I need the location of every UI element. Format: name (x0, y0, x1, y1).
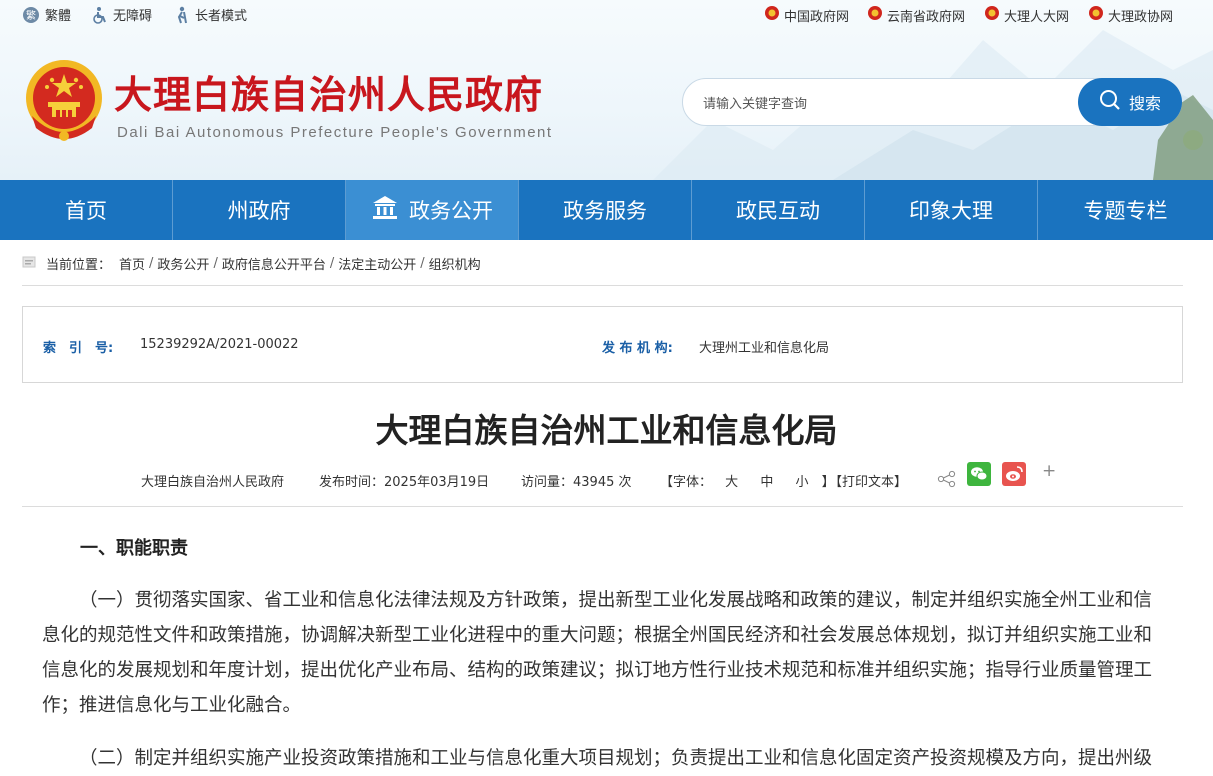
document-info-box: 索 引 号: 15239292A/2021-00022 发 布 机 构: 大理州… (22, 306, 1183, 383)
visit-count: 访问量：43945 次 (521, 475, 632, 490)
breadcrumb-organization[interactable]: 组织机构 (429, 254, 481, 273)
nav-gov-services[interactable]: 政务服务 (519, 180, 692, 240)
nav-home-label: 首页 (65, 199, 107, 223)
temple-icon (371, 195, 399, 226)
index-number-value: 15239292A/2021-00022 (140, 337, 299, 352)
traditional-chinese-label: 繁體 (45, 9, 72, 24)
more-share-icon[interactable]: + (1042, 461, 1056, 481)
breadcrumb: 当前位置： 首页 / 政务公开 / 政府信息公开平台 / 法定主动公开 / 组织… (22, 254, 481, 273)
font-size-medium[interactable]: 中 (760, 475, 773, 490)
link-dali-npc[interactable]: 大理人大网 (984, 5, 1069, 25)
breadcrumb-separator: / (149, 256, 154, 271)
elder-person-icon (172, 6, 190, 24)
font-size-small[interactable]: 小 (795, 475, 808, 490)
traditional-chinese-icon: 繁 (22, 6, 40, 24)
paragraph: （一）贯彻落实国家、省工业和信息化法律法规及方针政策，提出新型工业化发展战略和政… (42, 590, 1153, 716)
party-emblem-icon (764, 5, 780, 25)
nav-home[interactable]: 首页 (0, 180, 173, 240)
share-icon[interactable] (937, 470, 957, 492)
link-dali-npc-label: 大理人大网 (1004, 9, 1070, 25)
link-yunnan-gov-label: 云南省政府网 (887, 9, 966, 25)
search-button-label: 搜索 (1128, 94, 1161, 113)
link-dali-cppcc[interactable]: 大理政协网 (1088, 5, 1173, 25)
breadcrumb-statutory[interactable]: 法定主动公开 (338, 254, 416, 273)
nav-special-topics-label: 专题专栏 (1083, 199, 1168, 223)
traditional-chinese-toggle[interactable]: 繁 繁體 (22, 5, 71, 24)
elder-mode-toggle[interactable]: 长者模式 (172, 5, 247, 24)
accessibility-label: 无障碍 (113, 9, 153, 24)
nav-interaction[interactable]: 政民互动 (692, 180, 865, 240)
party-emblem-icon (984, 5, 1000, 25)
site-title: 大理白族自治州人民政府 (114, 73, 544, 117)
section-heading: 一、职能职责 (80, 538, 188, 559)
nav-impression-dali[interactable]: 印象大理 (865, 180, 1038, 240)
link-gov-cn[interactable]: 中国政府网 (764, 5, 849, 25)
wechat-share-icon[interactable] (967, 462, 991, 490)
party-emblem-icon (867, 5, 883, 25)
nav-interaction-label: 政民互动 (736, 199, 820, 223)
publisher-value: 大理州工业和信息化局 (699, 341, 830, 356)
accessibility-toggle[interactable]: 无障碍 (90, 5, 152, 24)
breadcrumb-home[interactable]: 首页 (119, 254, 145, 273)
publish-date: 发布时间：2025年03月19日 (319, 475, 490, 490)
breadcrumb-icon (22, 256, 36, 272)
link-yunnan-gov[interactable]: 云南省政府网 (867, 5, 965, 25)
nav-gov-affairs-open-label: 政务公开 (409, 199, 493, 223)
site-header: 繁 繁體 无障碍 长者模式 中国政府网 云南省政府网 大理人大网 大理政协网 大… (0, 0, 1213, 180)
breadcrumb-separator: / (329, 256, 335, 271)
divider (22, 506, 1183, 507)
print-button[interactable]: 【打印文本】 (829, 471, 907, 490)
search-icon (1099, 89, 1121, 115)
link-gov-cn-label: 中国政府网 (784, 9, 850, 25)
top-toolbar: 繁 繁體 无障碍 长者模式 中国政府网 云南省政府网 大理人大网 大理政协网 (0, 5, 1213, 27)
nav-prefecture-gov-label: 州政府 (227, 199, 291, 223)
publisher-label: 发 布 机 构: (602, 341, 673, 356)
font-size-large[interactable]: 大 (725, 475, 738, 490)
search-bar: 搜索 (682, 78, 1182, 126)
nav-impression-dali-label: 印象大理 (909, 199, 993, 223)
breadcrumb-info-platform[interactable]: 政府信息公开平台 (222, 254, 326, 273)
svg-text:繁: 繁 (26, 9, 36, 22)
breadcrumb-separator: / (420, 256, 425, 271)
national-emblem-logo[interactable] (22, 58, 106, 144)
font-size-label: 【字体： (660, 475, 713, 490)
document-title: 大理白族自治州工业和信息化局 (375, 411, 838, 450)
breadcrumb-label: 当前位置： (46, 258, 112, 273)
index-number-label: 索 引 号: (43, 341, 114, 356)
font-size-control: 【字体： 大 中 小 】 (660, 471, 835, 490)
site-subtitle: Dali Bai Autonomous Prefecture People's … (117, 124, 553, 141)
main-nav: 首页 州政府 政务公开 政务服务 政民互动 印象大理 专题专栏 (0, 180, 1213, 240)
weibo-share-icon[interactable] (1002, 462, 1026, 490)
party-emblem-icon (1088, 5, 1104, 25)
search-input[interactable] (701, 91, 1065, 117)
nav-special-topics[interactable]: 专题专栏 (1038, 180, 1213, 240)
wheelchair-icon (90, 6, 108, 24)
document-source: 大理白族自治州人民政府 (141, 475, 285, 490)
elder-mode-label: 长者模式 (195, 9, 248, 24)
paragraph: （二）制定并组织实施产业投资政策措施和工业与信息化重大项目规划；负责提出工业和信… (79, 748, 1153, 769)
link-dali-cppcc-label: 大理政协网 (1108, 9, 1174, 25)
nav-gov-affairs-open[interactable]: 政务公开 (346, 180, 519, 240)
breadcrumb-gov-affairs[interactable]: 政务公开 (157, 254, 209, 273)
divider (22, 285, 1183, 286)
search-button[interactable]: 搜索 (1078, 78, 1182, 126)
nav-gov-services-label: 政务服务 (563, 199, 647, 223)
breadcrumb-separator: / (213, 256, 218, 271)
nav-prefecture-gov[interactable]: 州政府 (173, 180, 346, 240)
